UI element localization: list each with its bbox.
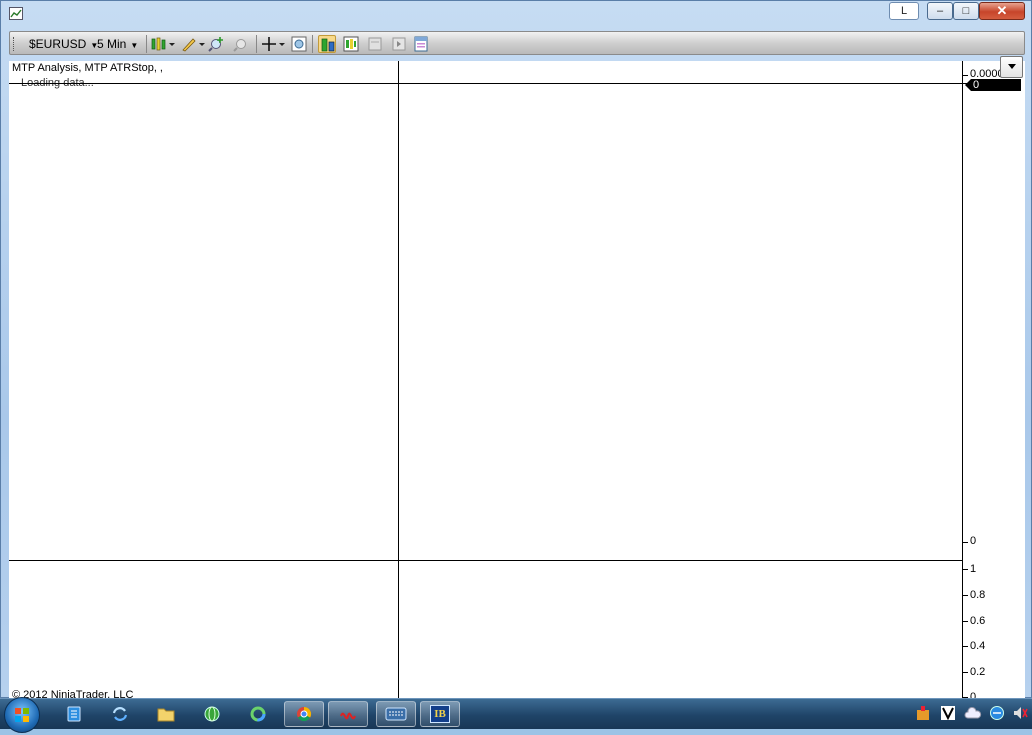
chevron-down-icon — [1007, 64, 1016, 69]
interval-selector[interactable]: 5 Min ▼ — [97, 36, 138, 52]
chart-panel[interactable]: MTP Analysis, MTP ATRStop, , Loading dat… — [9, 56, 1025, 699]
instrument-selector[interactable]: $EURUSD ▼ — [29, 36, 98, 52]
price-marker: 0 — [965, 79, 1021, 91]
vertical-crosshair-line — [398, 61, 399, 699]
sync-app-icon[interactable] — [100, 701, 140, 727]
top-axis-label: 0.0000 — [970, 68, 1004, 80]
title-bar[interactable]: L – □ ✕ — [1, 1, 1031, 29]
chart-toolbar: $EURUSD ▼ 5 Min ▼ — [9, 31, 1025, 55]
file-explorer-icon[interactable] — [146, 701, 186, 727]
volume-icon[interactable] — [1012, 705, 1028, 721]
green-globe-icon[interactable] — [192, 701, 232, 727]
bottom-axis-label: 0.6 — [970, 615, 986, 627]
link-button[interactable]: L — [889, 2, 919, 20]
strategies-icon[interactable] — [366, 35, 384, 53]
chart-app-icon — [9, 7, 23, 20]
axis-tick — [963, 595, 968, 596]
axis-tick — [963, 672, 968, 673]
chart-menu-dropdown[interactable] — [1000, 56, 1023, 78]
notepad-icon[interactable] — [54, 701, 94, 727]
close-button[interactable]: ✕ — [979, 2, 1025, 20]
zoom-out-icon[interactable] — [232, 35, 250, 53]
minimize-button[interactable]: – — [927, 2, 953, 20]
data-box-icon[interactable] — [290, 35, 308, 53]
cloud-icon[interactable] — [964, 705, 982, 721]
print-icon[interactable] — [412, 35, 430, 53]
windows-logo-icon — [15, 708, 29, 722]
ib-app-button[interactable]: IB — [420, 701, 460, 727]
indicators-icon[interactable] — [342, 35, 360, 53]
axis-tick — [963, 621, 968, 622]
chevron-down-icon: ▼ — [130, 41, 139, 50]
horizontal-crosshair-line — [9, 83, 1021, 84]
panel-divider — [9, 560, 962, 561]
axis-tick — [963, 569, 968, 570]
chart-window: L – □ ✕ $EURUSD ▼ 5 Min ▼ MTP Analysis, … — [0, 0, 1032, 699]
maximize-button[interactable]: □ — [953, 2, 979, 20]
drawing-tool-icon[interactable] — [180, 35, 205, 53]
keyboard-icon[interactable] — [376, 701, 416, 727]
toolbar-separator — [312, 35, 313, 53]
properties-icon[interactable] — [390, 35, 408, 53]
bottom-axis-label: 0.8 — [970, 589, 986, 601]
indicators-label: MTP Analysis, MTP ATRStop, , — [12, 62, 163, 74]
axis-tick — [963, 542, 968, 543]
toolbar-separator — [146, 35, 147, 53]
crosshair-icon[interactable] — [260, 35, 285, 53]
interval-label: 5 Min — [97, 37, 127, 51]
axis-tick — [963, 75, 968, 76]
network-icon[interactable] — [989, 705, 1005, 721]
instrument-label: $EURUSD — [29, 37, 87, 51]
bottom-axis-label: 1 — [970, 563, 977, 575]
toolbar-grip[interactable] — [13, 37, 16, 51]
axis-tick — [963, 646, 968, 647]
price-axis-border — [962, 61, 963, 699]
tray-app-icon[interactable] — [915, 705, 931, 721]
top-axis-label: 0 — [970, 535, 977, 547]
zoom-in-icon[interactable] — [208, 35, 226, 53]
ring-app-icon[interactable] — [238, 701, 278, 727]
ninjatrader-icon[interactable] — [328, 701, 368, 727]
chrome-icon[interactable] — [284, 701, 324, 727]
chart-trader-icon[interactable] — [318, 35, 336, 53]
bar-type-icon[interactable] — [150, 35, 175, 53]
bottom-axis-label: 0.2 — [970, 666, 986, 678]
toolbar-separator — [256, 35, 257, 53]
tray-v-icon[interactable] — [940, 705, 956, 721]
ib-icon: IB — [430, 705, 450, 723]
taskbar: IB — [0, 697, 1032, 733]
bottom-axis-label: 0.4 — [970, 640, 986, 652]
